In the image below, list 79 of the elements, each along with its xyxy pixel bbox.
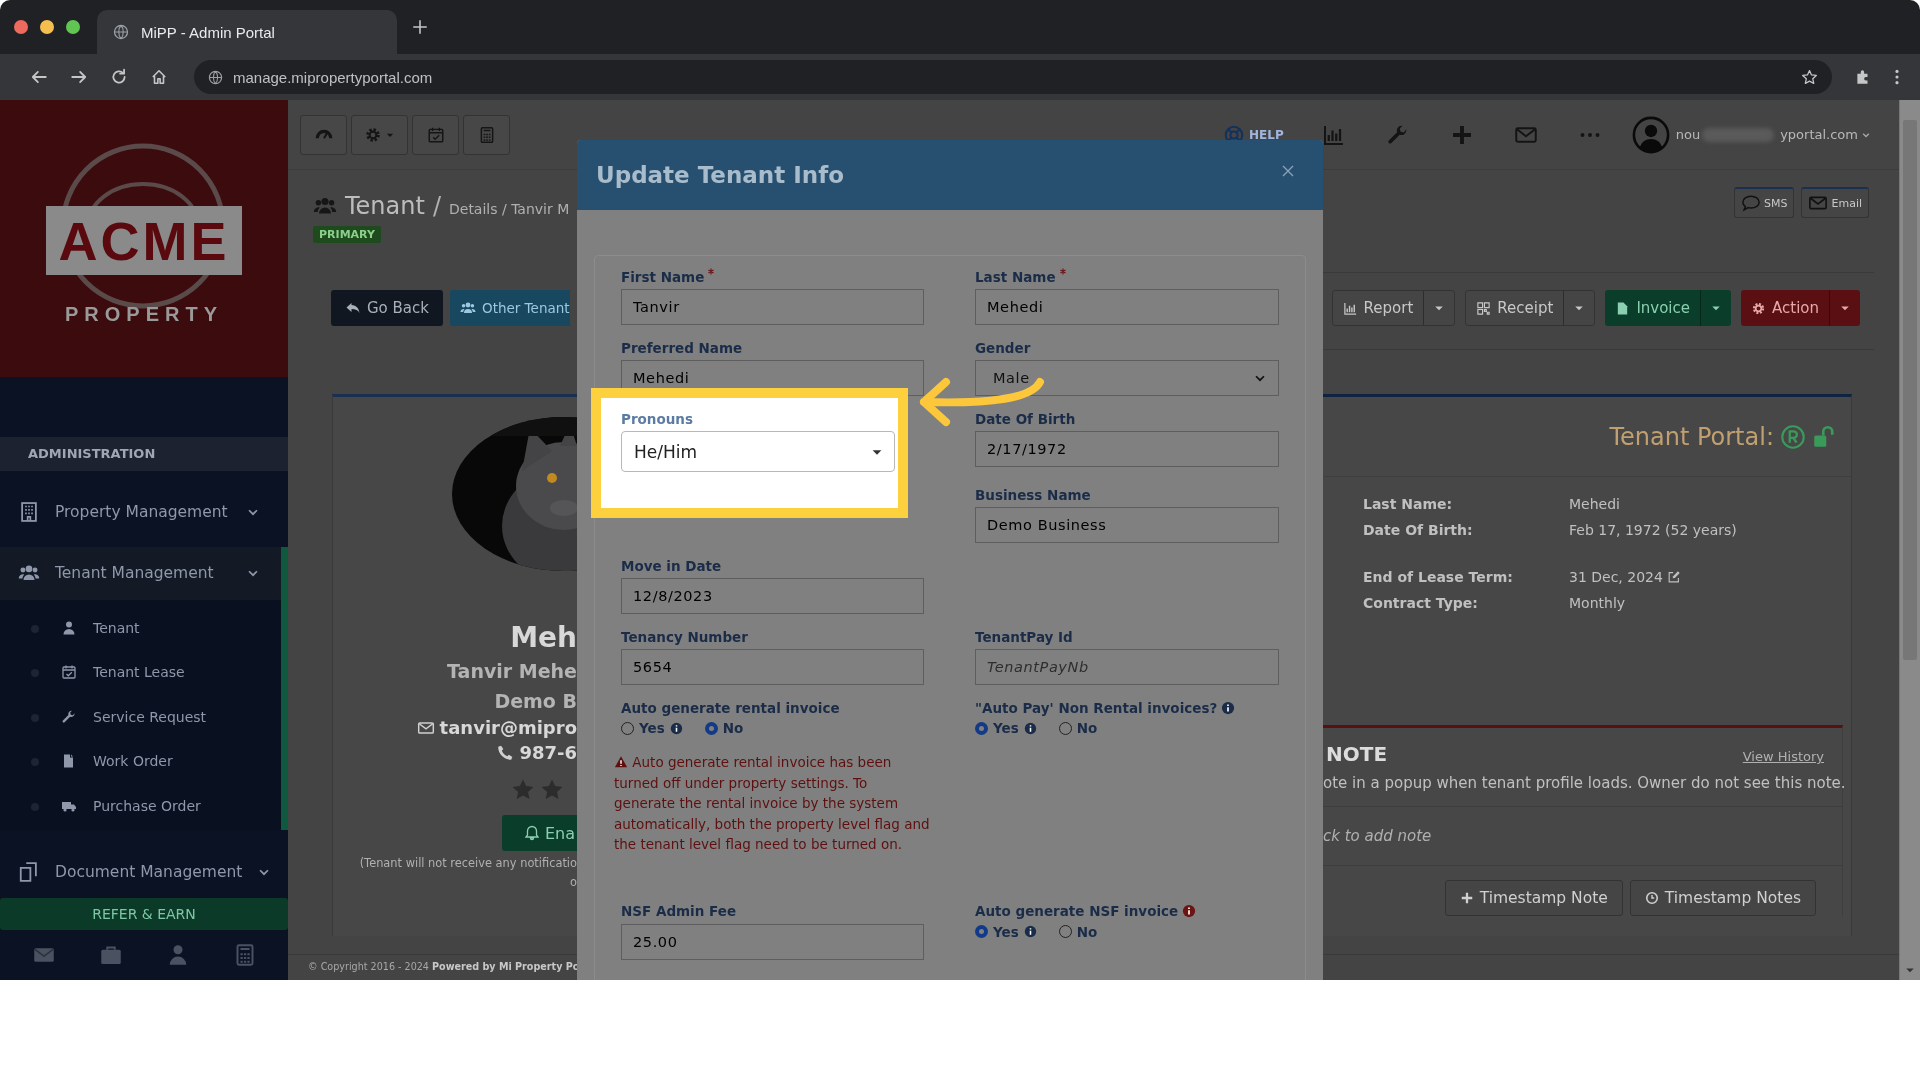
field-label: Date Of Birth (975, 410, 1076, 427)
radio-label[interactable]: No (1076, 923, 1098, 940)
message-button[interactable]: Email (1801, 187, 1869, 218)
detail-value: Monthly (1569, 595, 1626, 611)
enable-button[interactable]: Ena (501, 815, 577, 851)
detail-label: Last Name: (1363, 496, 1454, 512)
refer-button[interactable]: REFER & EARN (0, 898, 288, 930)
input-field[interactable]: TenantPayNb (975, 649, 1279, 685)
submenu-item[interactable]: Tenant Lease (0, 650, 281, 695)
detail-label: Date Of Birth: (1363, 522, 1474, 538)
field-label: Auto generate rental invoice (621, 699, 840, 716)
tenant-full-name: Tanvir Mehe (447, 659, 577, 683)
submenu-item[interactable]: Work Order (0, 739, 281, 784)
submenu-item[interactable]: Service Request (0, 694, 281, 740)
breadcrumb: Details / Tanvir M (449, 201, 570, 217)
field-label: TenantPay Id (975, 628, 1073, 645)
note-title: NOTE (1326, 742, 1388, 766)
page-title: Tenant (345, 192, 425, 220)
field-label: Move in Date (621, 557, 722, 574)
field-label: Tenancy Number (621, 628, 748, 645)
logo-text: ACME (46, 206, 242, 275)
notice-text: (Tenant will not receive any notificatio (359, 856, 577, 870)
breadcrumb-separator: / (432, 192, 441, 220)
notice-text: o (570, 875, 577, 889)
radio-label[interactable]: Yes (993, 720, 1019, 736)
detail-label: End of Lease Term: (1363, 569, 1514, 585)
browser-tab[interactable]: MiPP - Admin Portal (97, 10, 397, 54)
input-field[interactable]: 25.00 (621, 923, 924, 960)
detail-value: Feb 17, 1972 (52 years) (1569, 522, 1737, 538)
dropdown-field[interactable]: He/Him (621, 431, 895, 472)
user-email[interactable]: yportal.com (1780, 127, 1858, 142)
portal-title: Tenant Portal: (1609, 422, 1774, 451)
menu-item[interactable]: Property Management (0, 485, 288, 539)
section-header: ADMINISTRATION (0, 437, 288, 471)
field-label: NSF Admin Fee (621, 903, 737, 919)
input-field[interactable]: Mehedi (975, 289, 1279, 325)
field-label: Preferred Name (621, 339, 743, 356)
user-email[interactable]: nou (1675, 127, 1701, 142)
select-field[interactable]: Male (975, 360, 1279, 396)
phone-number: 987-6 (519, 742, 577, 763)
note-description: ote in a popup when tenant profile loads. Owner do not see this note. (1323, 766, 1842, 807)
input-field[interactable]: Demo Business (975, 507, 1279, 543)
timestamp-button[interactable]: Timestamp Note (1444, 880, 1623, 916)
input-field[interactable]: Tanvir (621, 289, 924, 325)
detail-value: 31 Dec, 2024 (1569, 569, 1663, 585)
warning-message: Auto generate rental invoice has been turned off under property settings. To generate the rental invoice by the system automatically, both the property level flag and the tenant level flag need to be turned on. (614, 753, 930, 854)
modal-title: Update Tenant Info (596, 162, 845, 188)
radio-label[interactable]: No (722, 720, 744, 736)
radio-label[interactable]: Yes (639, 720, 665, 736)
nav-button[interactable]: Go Back (331, 290, 443, 326)
menu-item[interactable]: Tenant Management (0, 546, 288, 600)
help-link[interactable]: HELP (1223, 123, 1284, 146)
history-link[interactable]: View History (1742, 749, 1824, 764)
status-badge: PRIMARY (313, 226, 381, 243)
field-label: First Name (621, 268, 705, 285)
email-link[interactable]: tanvir@mipro (439, 717, 577, 738)
field-label: Business Name (975, 486, 1091, 503)
radio-label[interactable]: No (1076, 720, 1098, 736)
input-field[interactable]: 12/8/2023 (621, 578, 924, 614)
field-label: Last Name (975, 268, 1056, 285)
radio-label[interactable]: Yes (993, 923, 1019, 940)
detail-value: Mehedi (1569, 496, 1620, 512)
tenant-name: Meh (510, 621, 577, 655)
timestamp-button[interactable]: Timestamp Notes (1629, 880, 1816, 916)
nav-button[interactable]: Other Tenant (450, 290, 570, 326)
detail-label: Contract Type: (1363, 595, 1479, 611)
message-button[interactable]: SMS (1734, 187, 1795, 218)
logo-tagline: PROPERTY (65, 303, 223, 326)
address-field[interactable]: manage.mipropertyportal.com (194, 60, 1832, 94)
input-field[interactable]: 5654 (621, 649, 924, 685)
company-name: Demo B (494, 689, 577, 713)
submenu-item[interactable]: Purchase Order (0, 783, 281, 829)
field-label: Gender (975, 339, 1031, 356)
field-label: Auto generate NSF invoice (975, 903, 1179, 919)
field-label: Pronouns (621, 410, 693, 427)
field-label: "Auto Pay' Non Rental invoices? (975, 699, 1218, 716)
menu-item[interactable]: Document Management (0, 845, 288, 899)
input-field[interactable]: 2/17/1972 (975, 431, 1279, 467)
submenu-item[interactable]: Tenant (0, 605, 281, 651)
